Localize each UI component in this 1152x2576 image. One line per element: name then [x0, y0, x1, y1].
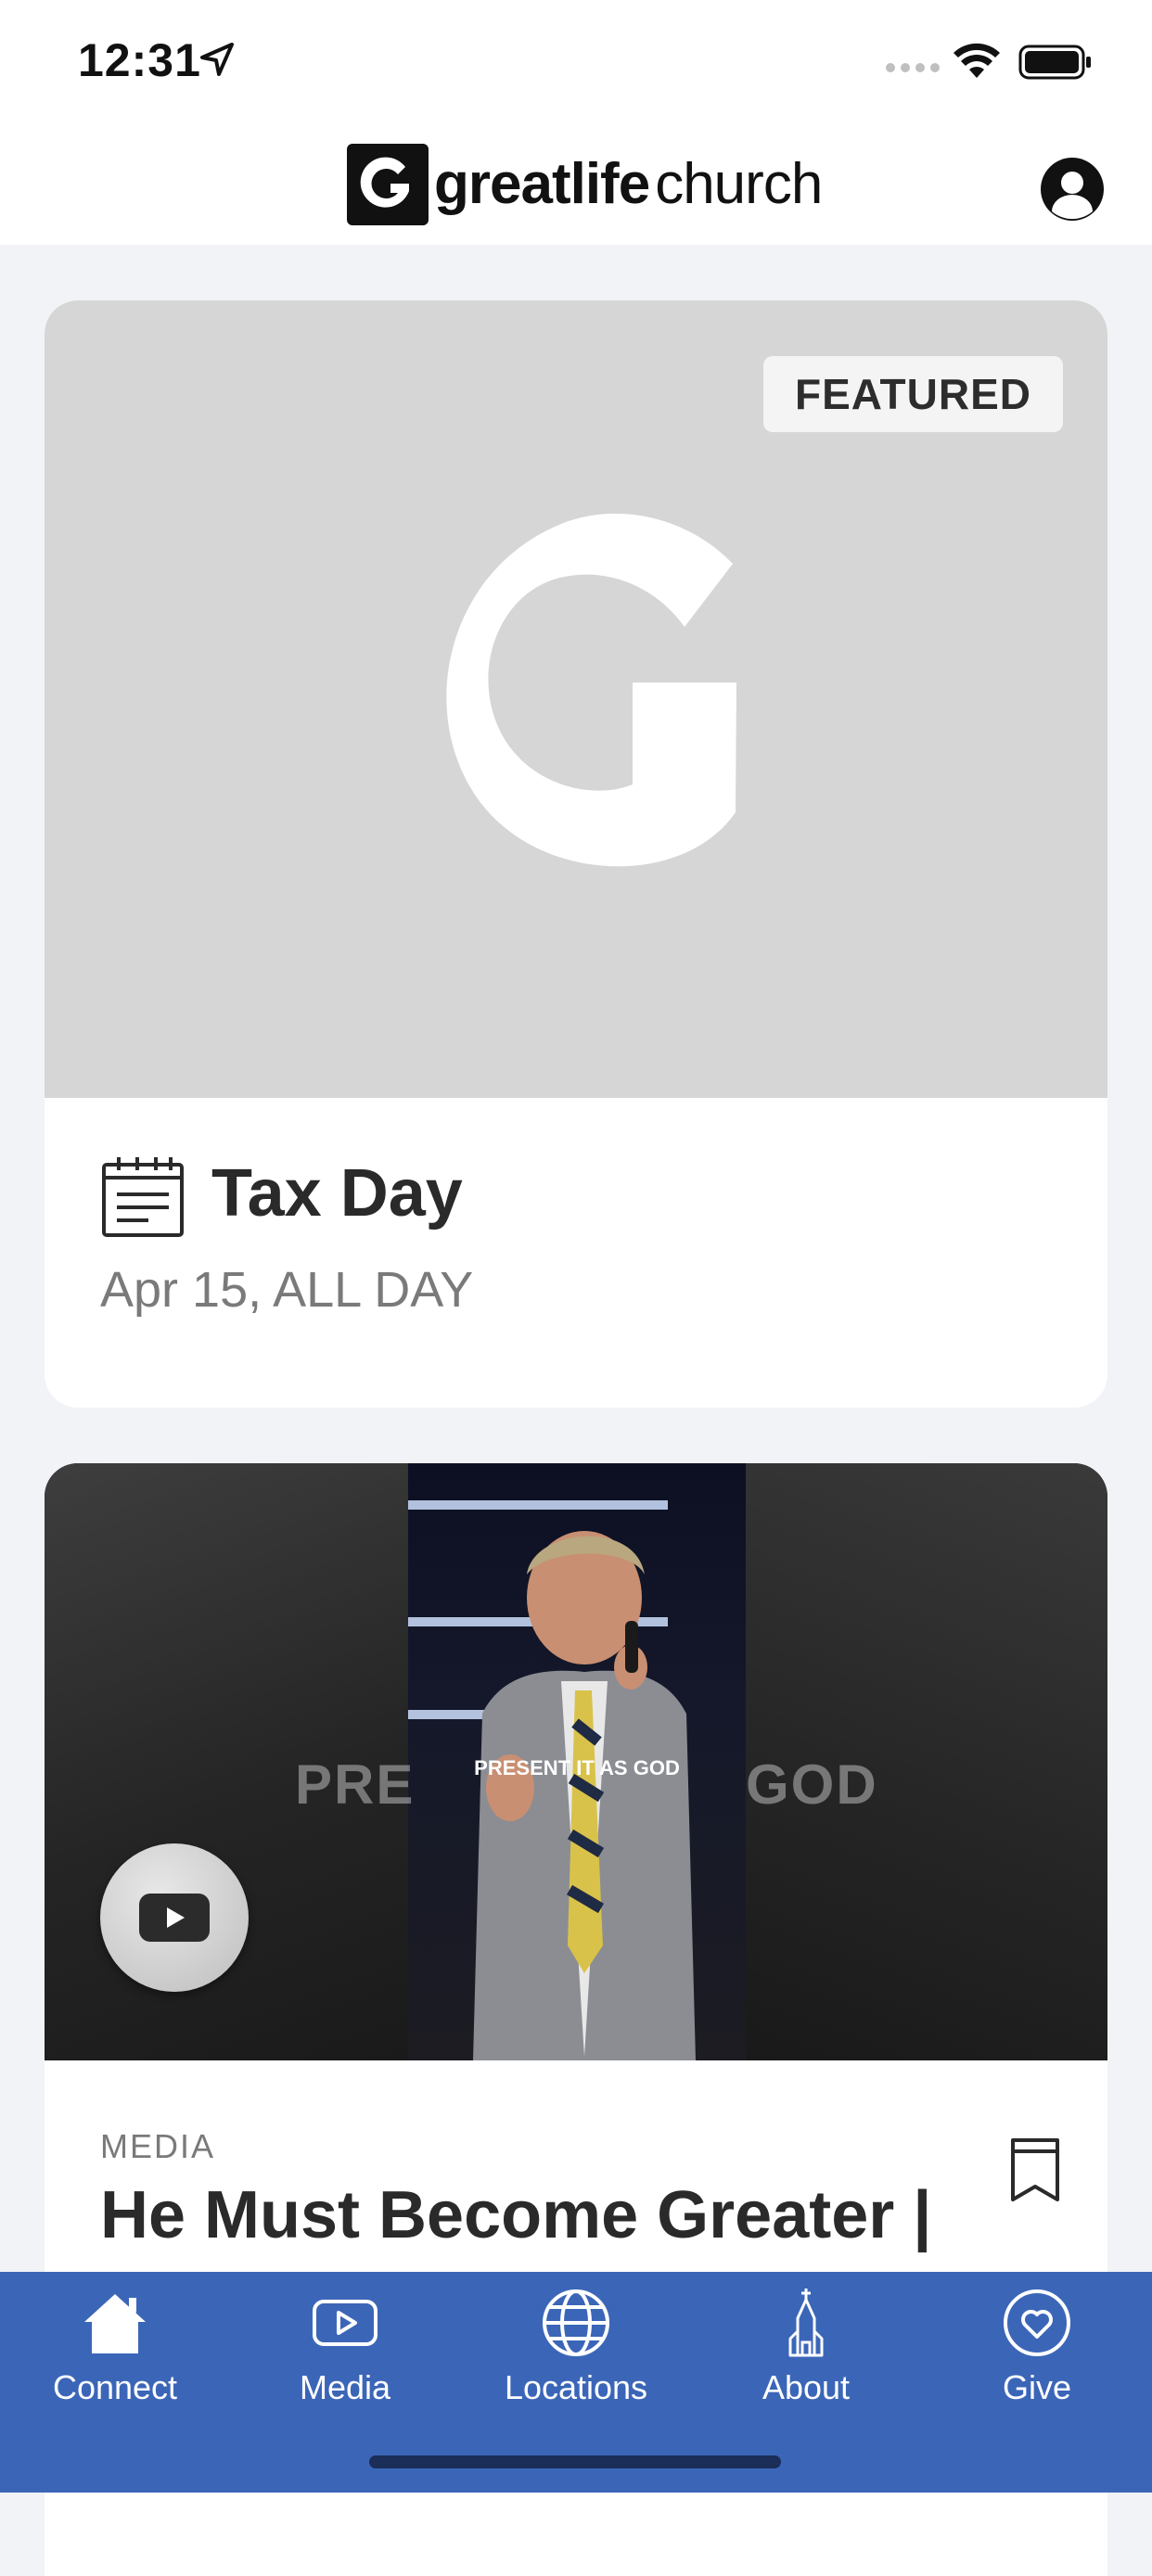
speaker-figure	[473, 1531, 696, 2060]
church-icon	[788, 2289, 824, 2357]
home-icon	[84, 2294, 146, 2353]
video-thumbnail[interactable]: PRE PRESENT IT AS GOD GOD	[45, 1463, 1107, 2060]
battery-icon	[1018, 45, 1091, 80]
logo-text-light: church	[655, 152, 823, 216]
tab-label-locations: Locations	[504, 2368, 648, 2406]
calendar-icon	[102, 1157, 184, 1237]
media-title: He Must Become Greater |	[100, 2178, 932, 2252]
video-play-button[interactable]	[100, 1843, 249, 1992]
event-image: FEATURED	[45, 300, 1107, 1098]
church-logo: greatlife church	[347, 143, 823, 226]
play-icon	[139, 1894, 210, 1942]
event-title: Tax Day	[211, 1156, 463, 1231]
video-caption-left: PRE	[295, 1753, 416, 1816]
video-caption-center: PRESENT IT AS GOD	[474, 1756, 680, 1779]
profile-avatar-icon[interactable]	[1039, 156, 1106, 223]
bookmark-icon[interactable]	[1009, 2136, 1061, 2203]
home-indicator[interactable]	[369, 2455, 781, 2468]
event-date: Apr 15, ALL DAY	[100, 1262, 474, 1318]
church-g-logo-icon	[446, 513, 736, 867]
heart-icon	[1004, 2289, 1070, 2356]
video-caption-right: GOD	[746, 1753, 878, 1816]
location-arrow-icon	[200, 43, 234, 76]
tab-label-media: Media	[299, 2368, 391, 2406]
tab-label-give: Give	[1002, 2368, 1072, 2406]
tab-about[interactable]: About	[691, 2272, 921, 2439]
media-category-label: MEDIA	[100, 2127, 216, 2165]
tab-media[interactable]: Media	[230, 2272, 460, 2439]
logo-mark-icon	[347, 144, 429, 225]
tab-give[interactable]: Give	[922, 2272, 1152, 2439]
featured-badge: FEATURED	[762, 356, 1063, 432]
tab-connect[interactable]: Connect	[0, 2272, 230, 2439]
tab-label-about: About	[762, 2368, 851, 2406]
play-icon	[313, 2300, 378, 2346]
globe-icon	[543, 2289, 609, 2356]
tab-locations[interactable]: Locations	[461, 2272, 691, 2439]
wifi-icon	[954, 43, 1000, 78]
status-time: 12:31	[78, 34, 201, 86]
logo-text-bold: greatlife	[434, 152, 650, 216]
tab-label-connect: Connect	[52, 2368, 178, 2406]
cellular-signal-icon	[886, 63, 940, 72]
featured-event-card[interactable]: FEATURED Tax Day Apr 15, ALL DAY	[45, 300, 1107, 1408]
